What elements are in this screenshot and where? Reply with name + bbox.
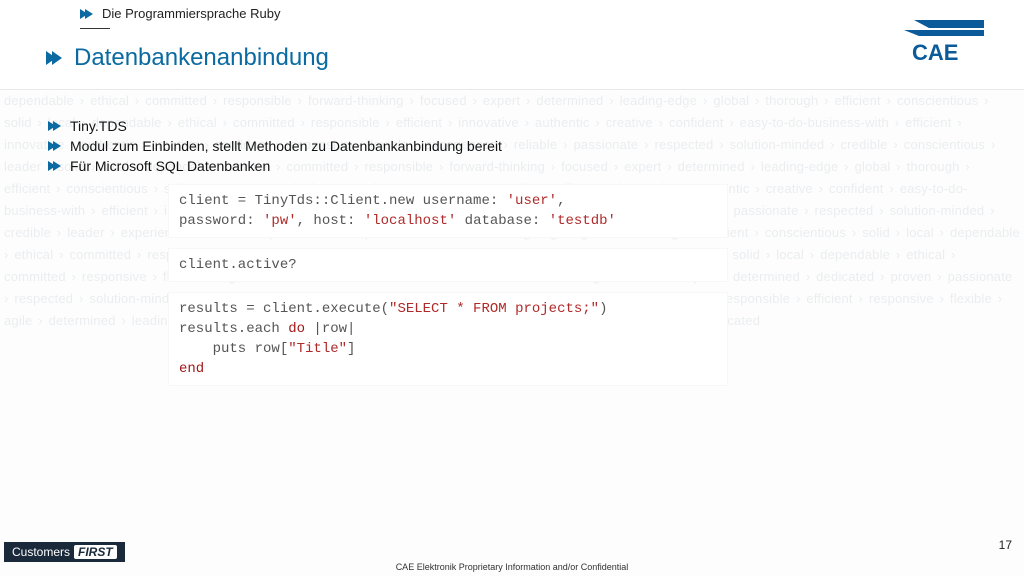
chevron-right-icon — [48, 121, 62, 131]
chevron-right-icon — [48, 141, 62, 151]
code-block-3: results = client.execute("SELECT * FROM … — [168, 292, 728, 386]
slide-body: Tiny.TDS Modul zum Einbinden, stellt Met… — [0, 90, 1024, 386]
code-block-2: client.active? — [168, 248, 728, 282]
bullet-text: Tiny.TDS — [70, 118, 127, 134]
footer-badge-prefix: Customers — [12, 545, 70, 559]
page-number: 17 — [999, 538, 1012, 552]
bullet-text: Für Microsoft SQL Datenbanken — [70, 158, 270, 174]
page-title: Datenbankenanbindung — [74, 44, 329, 72]
chevron-right-icon — [48, 161, 62, 171]
cae-logo: CAE — [884, 18, 994, 68]
code-block-1: client = TinyTds::Client.new username: '… — [168, 184, 728, 238]
bullet-item: Modul zum Einbinden, stellt Methoden zu … — [48, 138, 976, 154]
bullet-text: Modul zum Einbinden, stellt Methoden zu … — [70, 138, 502, 154]
svg-text:CAE: CAE — [912, 40, 958, 65]
footer-badge: Customers FIRST — [4, 542, 125, 562]
chevron-right-icon — [46, 51, 64, 65]
footer-confidential: CAE Elektronik Proprietary Information a… — [0, 562, 1024, 572]
breadcrumb: Die Programmiersprache Ruby — [80, 6, 280, 21]
footer-badge-em: FIRST — [74, 545, 117, 559]
chevron-right-icon — [80, 9, 94, 19]
breadcrumb-text: Die Programmiersprache Ruby — [102, 6, 280, 21]
title-row: Datenbankenanbindung — [46, 44, 329, 72]
bullet-item: Für Microsoft SQL Datenbanken — [48, 158, 976, 174]
bullet-item: Tiny.TDS — [48, 118, 976, 134]
slide-header: Die Programmiersprache Ruby Datenbankena… — [0, 0, 1024, 90]
